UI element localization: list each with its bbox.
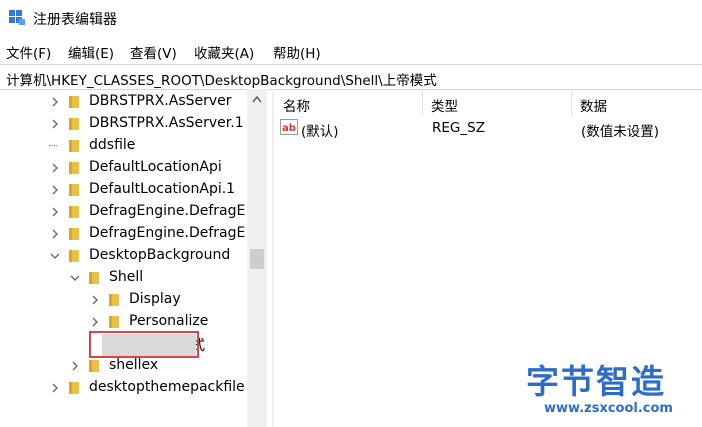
chevron-down-icon[interactable] [69,272,81,284]
tree-item[interactable]: ddsfile [0,135,248,157]
column-header-name[interactable]: 名称 [283,95,310,115]
chevron-right-icon[interactable] [49,228,61,240]
value-type: REG_SZ [432,120,485,136]
folder-icon [69,206,79,218]
chevron-right-icon[interactable] [49,382,61,394]
tree-item-label: DBRSTPRX.AsServer.1 [89,115,244,131]
column-separator[interactable] [571,89,572,115]
chevron-right-icon[interactable] [49,206,61,218]
tree-item-label: DBRSTPRX.AsServer [89,93,232,109]
tree-connector [49,145,57,146]
tree-item-label: Display [129,291,181,307]
chevron-right-icon[interactable] [49,118,61,130]
title-bar: 注册表编辑器 [0,0,702,36]
window-title: 注册表编辑器 [33,12,117,28]
folder-icon [69,228,79,240]
tree-item-label: Shell [109,269,144,285]
folder-icon [89,272,99,284]
regedit-app-icon [9,10,25,25]
key-tree: DBRSTPRX.AsServer DBRSTPRX.AsServer.1 ddsf… [0,89,268,427]
folder-icon [69,382,79,394]
tree-item-label: DefragEngine.DefragE [89,203,246,219]
tree-item[interactable]: DesktopBackground [0,245,248,267]
menu-file[interactable]: 文件(F) [6,42,51,62]
tree-item-label: shellex [109,357,159,373]
folder-icon [69,250,79,262]
menu-view[interactable]: 查看(V) [130,42,177,62]
tree-item[interactable]: desktopthemepackfile [0,377,248,399]
tree-item-label: DefragEngine.DefragE [89,225,246,241]
menu-bar: 文件(F) 编辑(E) 查看(V) 收藏夹(A) 帮助(H) [0,38,702,64]
folder-icon [89,360,99,372]
value-name[interactable]: (默认) [301,120,339,140]
string-value-icon: ab [280,119,298,135]
folder-icon [69,118,79,130]
tree-item[interactable]: DBRSTPRX.AsServer [0,91,248,113]
menu-edit[interactable]: 编辑(E) [68,42,114,62]
tree-item[interactable]: DefaultLocationApi [0,157,248,179]
tree-item[interactable]: DefragEngine.DefragE [0,201,248,223]
tree-item-label: desktopthemepackfile [89,379,245,395]
folder-icon [69,162,79,174]
watermark-url: www.zsxcool.com [544,401,673,416]
scroll-thumb[interactable] [250,249,264,269]
chevron-down-icon[interactable] [49,250,61,262]
highlight-box [89,331,199,358]
tree-item-label: DefaultLocationApi.1 [89,181,236,197]
column-header-data[interactable]: 数据 [580,95,607,115]
watermark-text: 字节智造 [526,362,666,401]
tree-item[interactable]: DBRSTPRX.AsServer.1 [0,113,248,135]
scroll-up-icon[interactable] [252,95,262,103]
chevron-right-icon[interactable] [49,162,61,174]
column-separator[interactable] [422,89,423,115]
chevron-right-icon[interactable] [49,184,61,196]
folder-icon [109,294,119,306]
tree-item[interactable]: Shell [0,267,248,289]
tree-item[interactable]: Personalize [0,311,248,333]
menu-help[interactable]: 帮助(H) [273,42,321,62]
menu-favorites[interactable]: 收藏夹(A) [194,42,254,62]
value-data: (数值未设置) [581,124,660,140]
chevron-right-icon[interactable] [69,360,81,372]
folder-icon [69,184,79,196]
folder-icon [69,96,79,108]
tree-scrollbar[interactable] [247,89,267,427]
tree-item[interactable]: DefragEngine.DefragE [0,223,248,245]
tree-item-label: ddsfile [89,137,136,153]
column-header-type[interactable]: 类型 [431,95,458,115]
chevron-right-icon[interactable] [89,316,101,328]
chevron-right-icon[interactable] [49,96,61,108]
folder-icon [69,140,79,152]
tree-item-label: DefaultLocationApi [89,159,222,175]
tree-item-label: DesktopBackground [89,247,231,263]
address-path[interactable]: 计算机\HKEY_CLASSES_ROOT\DesktopBackground\… [6,69,437,89]
tree-item[interactable]: Display [0,289,248,311]
folder-icon [109,316,119,328]
watermark-logo: 字节智造 www.zsxcool.com [520,355,702,425]
tree-item[interactable]: shellex [0,355,248,377]
svg-text:ab: ab [282,123,296,134]
chevron-right-icon[interactable] [89,294,101,306]
tree-item[interactable]: DefaultLocationApi.1 [0,179,248,201]
tree-item-label: Personalize [129,313,209,329]
address-bar[interactable]: 计算机\HKEY_CLASSES_ROOT\DesktopBackground\… [0,64,702,90]
